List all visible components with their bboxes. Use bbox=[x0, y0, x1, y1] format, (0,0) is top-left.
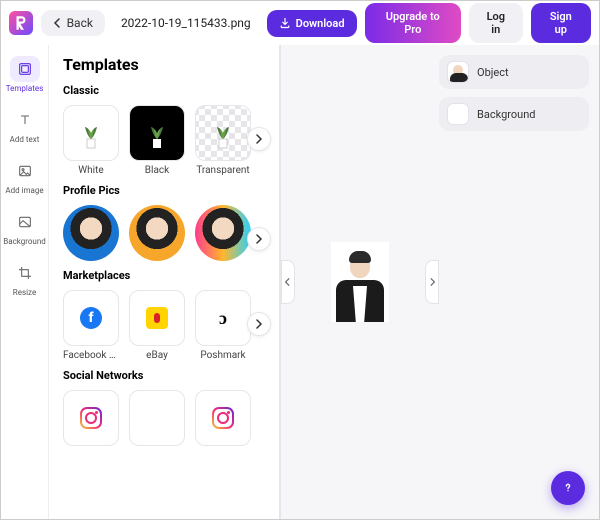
app-logo[interactable] bbox=[9, 11, 33, 35]
classic-next-button[interactable] bbox=[247, 127, 271, 151]
template-profile-3[interactable] bbox=[195, 205, 251, 261]
marketplaces-next-button[interactable] bbox=[247, 312, 271, 336]
layer-background[interactable]: Background bbox=[439, 97, 589, 131]
template-ebay[interactable]: eBay bbox=[129, 290, 185, 361]
section-social-title: Social Networks bbox=[63, 369, 269, 382]
rail-templates[interactable]: Templates bbox=[1, 51, 48, 98]
background-icon bbox=[17, 214, 33, 230]
template-black[interactable]: Black bbox=[129, 105, 185, 176]
classic-row: White Black Transparent bbox=[63, 105, 269, 176]
rail-background[interactable]: Background bbox=[1, 204, 48, 251]
panel-title: Templates bbox=[63, 55, 269, 74]
template-white[interactable]: White bbox=[63, 105, 119, 176]
text-icon bbox=[17, 112, 33, 128]
login-button[interactable]: Log in bbox=[469, 3, 523, 43]
download-button[interactable]: Download bbox=[267, 10, 357, 37]
section-profile-title: Profile Pics bbox=[63, 184, 269, 197]
object-thumb bbox=[447, 61, 469, 83]
help-icon bbox=[560, 480, 576, 496]
arrow-left-icon bbox=[53, 18, 63, 28]
template-profile-2[interactable] bbox=[129, 205, 185, 261]
poshmark-icon: ɔ bbox=[219, 308, 227, 329]
section-marketplaces-title: Marketplaces bbox=[63, 269, 269, 282]
template-poshmark[interactable]: ɔPoshmark bbox=[195, 290, 251, 361]
template-facebook[interactable]: fFacebook Ma... bbox=[63, 290, 119, 361]
right-panel: Object Background bbox=[439, 45, 599, 519]
template-profile-1[interactable] bbox=[63, 205, 119, 261]
canvas-collapse-left[interactable] bbox=[281, 260, 295, 304]
signup-button[interactable]: Sign up bbox=[531, 3, 591, 43]
templates-icon bbox=[17, 61, 33, 77]
plant-icon bbox=[79, 115, 103, 151]
background-thumb bbox=[447, 103, 469, 125]
subject-image[interactable] bbox=[331, 242, 389, 322]
chevron-right-icon bbox=[254, 319, 264, 329]
template-transparent[interactable]: Transparent bbox=[195, 105, 251, 176]
back-button[interactable]: Back bbox=[41, 10, 105, 36]
rail-resize[interactable]: Resize bbox=[1, 255, 48, 302]
rail-add-image[interactable]: Add image bbox=[1, 153, 48, 200]
left-rail: Templates Add text Add image Background … bbox=[1, 45, 49, 519]
upgrade-button[interactable]: Upgrade to Pro bbox=[365, 3, 461, 43]
ebay-icon bbox=[146, 307, 168, 329]
layer-object[interactable]: Object bbox=[439, 55, 589, 89]
plant-icon bbox=[211, 115, 235, 151]
back-label: Back bbox=[67, 16, 93, 30]
social-row bbox=[63, 390, 269, 446]
instagram-icon bbox=[80, 407, 102, 429]
chevron-right-icon bbox=[254, 134, 264, 144]
rail-add-text[interactable]: Add text bbox=[1, 102, 48, 149]
chevron-right-icon bbox=[254, 234, 264, 244]
chevron-left-icon bbox=[284, 278, 292, 286]
template-social-2[interactable] bbox=[129, 390, 185, 446]
crop-icon bbox=[17, 265, 33, 281]
instagram-icon bbox=[212, 407, 234, 429]
canvas-collapse-right[interactable] bbox=[425, 260, 439, 304]
filename: 2022-10-19_115433.png bbox=[121, 16, 251, 30]
facebook-icon: f bbox=[80, 307, 102, 329]
section-classic-title: Classic bbox=[63, 84, 269, 97]
profile-next-button[interactable] bbox=[247, 227, 271, 251]
plant-icon bbox=[145, 115, 169, 151]
template-instagram-2[interactable] bbox=[195, 390, 251, 446]
image-icon bbox=[17, 163, 33, 179]
canvas[interactable] bbox=[281, 45, 439, 519]
marketplaces-row: fFacebook Ma... eBay ɔPoshmark bbox=[63, 290, 269, 361]
download-icon bbox=[279, 17, 291, 29]
chevron-right-icon bbox=[428, 278, 436, 286]
help-button[interactable] bbox=[551, 471, 585, 505]
top-bar: Back 2022-10-19_115433.png Download Upgr… bbox=[1, 1, 599, 45]
templates-panel: Templates Classic White Black Transparen… bbox=[49, 45, 279, 519]
profile-row bbox=[63, 205, 269, 261]
template-instagram-1[interactable] bbox=[63, 390, 119, 446]
